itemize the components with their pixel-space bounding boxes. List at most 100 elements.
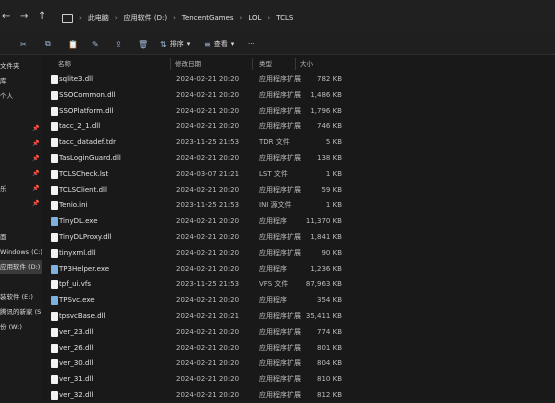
- file-icon: [51, 343, 58, 353]
- column-separator[interactable]: [295, 58, 296, 70]
- command-bar: ✂ ⧉ 📋 ✎ ⇪ 🗑 ⇅ 排序 ▾ ≡ 查看 ▾ ···: [0, 34, 555, 55]
- file-size: 138 KB: [317, 154, 342, 162]
- file-size: 1,486 KB: [310, 90, 342, 99]
- copy-button[interactable]: ⧉: [45, 38, 51, 50]
- column-header-type[interactable]: 类型: [259, 58, 272, 70]
- column-header-name[interactable]: 名称: [58, 58, 71, 70]
- sidebar-item-label: 乐: [0, 185, 7, 193]
- table-row[interactable]: SSOPlatform.dll 2024-02-21 20:20 应用程序扩展 1,7…: [42, 104, 555, 119]
- table-row[interactable]: TCLSCheck.lst 2024-03-07 21:21 LST 文件 1 KB: [42, 167, 555, 182]
- paste-button[interactable]: 📋: [68, 38, 78, 50]
- cut-button[interactable]: ✂: [20, 38, 27, 50]
- table-row[interactable]: TCLSClient.dll 2024-02-21 20:20 应用程序扩展 59 K…: [42, 183, 555, 198]
- file-date: 2023-11-25 21:53: [176, 201, 240, 210]
- sidebar-item-label: 文件夹: [0, 62, 20, 70]
- sidebar-item[interactable]: 📌: [0, 137, 42, 151]
- table-row[interactable]: TinyDLProxy.dll 2024-02-21 20:20 应用程序扩展 1,8…: [42, 230, 555, 245]
- column-header-size[interactable]: 大小: [300, 58, 313, 70]
- paste-icon: 📋: [68, 39, 78, 49]
- file-icon: [51, 391, 58, 400]
- table-row[interactable]: tpf_ui.vfs 2023-11-25 21:53 VFS 文件 87,963 K…: [42, 277, 555, 292]
- column-separator[interactable]: [170, 58, 171, 70]
- file-size: 810 KB: [317, 375, 342, 384]
- file-type: TDR 文件: [259, 138, 290, 147]
- table-row[interactable]: tacc_2_1.dll 2024-02-21 20:20 应用程序扩展 746 KB: [42, 119, 555, 134]
- forward-icon[interactable]: →: [20, 11, 28, 22]
- sidebar-item-drive-c[interactable]: Windows (C:): [0, 245, 42, 259]
- sidebar-item-drive-d[interactable]: 应用软件 (D:): [0, 260, 42, 274]
- file-icon: [51, 248, 58, 258]
- file-icon: [51, 90, 58, 100]
- breadcrumb-separator: ›: [173, 14, 176, 22]
- file-icon: [51, 106, 58, 116]
- share-button[interactable]: ⇪: [115, 38, 122, 50]
- sidebar-item[interactable]: 文件夹: [0, 59, 42, 73]
- sidebar-item[interactable]: 乐 📌: [0, 182, 42, 196]
- file-size: 1 KB: [325, 201, 342, 210]
- file-date: 2024-02-21 20:20: [176, 343, 240, 352]
- sidebar-item[interactable]: 个人: [0, 89, 42, 103]
- file-name: tacc_2_1.dll: [59, 122, 101, 131]
- table-row[interactable]: TP3Helper.exe 2024-02-21 20:20 应用程序 1,236 K…: [42, 262, 555, 277]
- table-row[interactable]: tacc_datadef.tdr 2023-11-25 21:53 TDR 文件 5 …: [42, 135, 555, 150]
- table-row[interactable]: ver_23.dll 2024-02-21 20:20 应用程序扩展 774 KB: [42, 325, 555, 340]
- table-row[interactable]: sqlite3.dll 2024-02-21 20:20 应用程序扩展 782 KB: [42, 72, 555, 87]
- sidebar-item-drive-e[interactable]: 装软件 (E:): [0, 290, 42, 304]
- file-icon: [51, 122, 58, 132]
- table-row[interactable]: TinyDL.exe 2024-02-21 20:20 应用程序 11,370 KB: [42, 214, 555, 229]
- file-icon: [51, 280, 58, 290]
- column-header-date[interactable]: 修改日期: [175, 58, 201, 70]
- view-button[interactable]: ≡ 查看 ▾: [204, 38, 234, 50]
- application-icon: [51, 264, 58, 274]
- file-size: 774 KB: [317, 327, 342, 336]
- pin-icon: 📌: [32, 200, 40, 207]
- file-name: Tenio.ini: [59, 201, 88, 210]
- file-size: 812 KB: [317, 391, 342, 399]
- sidebar-item-drive-w[interactable]: 份 (W:): [0, 320, 42, 334]
- table-row[interactable]: ver_26.dll 2024-02-21 20:20 应用程序扩展 801 KB: [42, 341, 555, 356]
- table-row[interactable]: SSOCommon.dll 2024-02-21 20:20 应用程序扩展 1,486…: [42, 88, 555, 103]
- file-type: INI 源文件: [259, 201, 292, 210]
- more-button[interactable]: ···: [248, 38, 255, 50]
- file-size: 5 KB: [325, 138, 342, 147]
- table-row[interactable]: TPSvc.exe 2024-02-21 20:20 应用程序 354 KB: [42, 293, 555, 308]
- file-date: 2024-02-21 20:20: [176, 75, 240, 83]
- rename-button[interactable]: ✎: [92, 38, 99, 50]
- table-row[interactable]: ver_31.dll 2024-02-21 20:20 应用程序扩展 810 KB: [42, 372, 555, 387]
- sidebar-item-drive-s[interactable]: 腾讯的新家 (S:): [0, 305, 42, 319]
- breadcrumb-item-lol[interactable]: LOL: [248, 14, 261, 22]
- sidebar-item[interactable]: 📌: [0, 167, 42, 181]
- sidebar-item[interactable]: 库: [0, 74, 42, 88]
- file-size: 804 KB: [317, 359, 342, 368]
- sidebar-item[interactable]: 📌: [0, 197, 42, 211]
- sidebar-item[interactable]: 📌: [0, 122, 42, 136]
- table-row[interactable]: ver_32.dll 2024-02-21 20:20 应用程序扩展 812 KB: [42, 388, 555, 403]
- table-row[interactable]: tpsvcBase.dll 2024-02-21 20:21 应用程序扩展 35,41…: [42, 309, 555, 324]
- breadcrumb-item-tcls[interactable]: TCLS: [276, 14, 293, 22]
- file-date: 2024-02-21 20:20: [176, 217, 240, 226]
- table-row[interactable]: Tenio.ini 2023-11-25 21:53 INI 源文件 1 KB: [42, 198, 555, 213]
- table-row[interactable]: tinyxml.dll 2024-02-21 20:20 应用程序扩展 90 KB: [42, 246, 555, 261]
- up-icon[interactable]: ↑: [38, 11, 46, 22]
- breadcrumb-item-drive-d[interactable]: 应用软件 (D:): [124, 13, 167, 23]
- file-name: ver_31.dll: [59, 375, 94, 384]
- file-size: 1,841 KB: [310, 233, 342, 241]
- delete-button[interactable]: 🗑: [138, 38, 148, 50]
- breadcrumb-item-tencentgames[interactable]: TencentGames: [182, 14, 234, 22]
- breadcrumb-item-this-pc[interactable]: 此电脑: [88, 13, 109, 23]
- table-row[interactable]: TasLoginGuard.dll 2024-02-21 20:20 应用程序扩展 1…: [42, 151, 555, 166]
- file-icon: [51, 312, 58, 321]
- file-size: 11,370 KB: [305, 217, 342, 226]
- sidebar-item[interactable]: 面: [0, 230, 42, 244]
- pin-icon: 📌: [32, 155, 40, 162]
- file-date: 2024-02-21 20:20: [176, 185, 240, 194]
- application-icon: [51, 217, 58, 227]
- back-icon[interactable]: ←: [2, 11, 10, 22]
- file-date: 2024-02-21 20:20: [176, 106, 240, 115]
- sidebar-item-label: 个人: [0, 92, 13, 100]
- column-separator[interactable]: [252, 58, 253, 70]
- sidebar-item[interactable]: 📌: [0, 152, 42, 166]
- sort-button[interactable]: ⇅ 排序 ▾: [160, 38, 190, 50]
- table-row[interactable]: ver_30.dll 2024-02-21 20:20 应用程序扩展 804 KB: [42, 356, 555, 371]
- file-type: 应用程序: [259, 264, 287, 273]
